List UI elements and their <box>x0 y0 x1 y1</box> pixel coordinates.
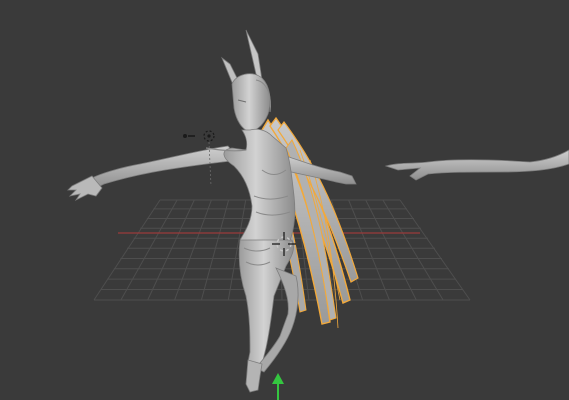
viewport-canvas[interactable] <box>0 0 569 400</box>
grid-line <box>348 199 390 301</box>
model-detached-arm <box>384 149 569 181</box>
model-left-arm <box>67 145 241 202</box>
grid-line <box>120 199 178 301</box>
grid-line <box>382 199 444 301</box>
grid-line <box>365 199 417 301</box>
model-legs <box>238 239 299 393</box>
z-axis-arrow-icon[interactable] <box>272 373 284 400</box>
grid-line <box>147 199 195 301</box>
model-head <box>231 73 271 133</box>
3d-viewport[interactable] <box>0 0 569 400</box>
grid-line <box>93 199 161 301</box>
grid-line <box>399 199 471 301</box>
